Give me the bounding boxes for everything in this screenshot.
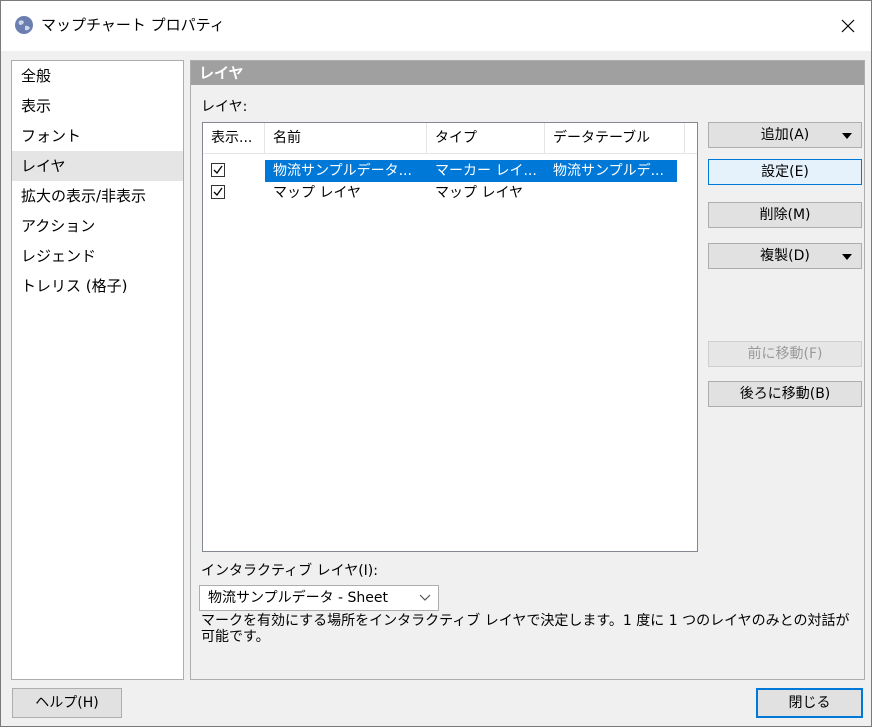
dialog-window: マップチャート プロパティ 全般 表示 フォント レイヤ 拡大の表示/非表示 ア… (0, 0, 872, 727)
column-header-datatable[interactable]: データテーブル (545, 123, 685, 153)
delete-button[interactable]: 削除(M) (708, 202, 862, 228)
interactive-layer-label: インタラクティブ レイヤ(I): (201, 563, 378, 579)
nav-item-general[interactable]: 全般 (12, 61, 183, 91)
nav-item-trellis[interactable]: トレリス (格子) (12, 271, 183, 301)
visible-checkbox[interactable] (211, 185, 225, 199)
chevron-down-icon (419, 594, 431, 601)
layers-panel: レイヤ レイヤ: 表示... 名前 タイプ データテーブル 物流サンプルデータ.… (190, 60, 865, 680)
interactive-layer-value: 物流サンプルデータ - Sheet (208, 590, 389, 606)
visible-cell (203, 160, 265, 182)
column-header-name[interactable]: 名前 (265, 123, 427, 153)
dropdown-caret-icon (842, 254, 852, 260)
globe-icon (14, 15, 34, 35)
layer-type-cell: マップ レイヤ (435, 185, 524, 201)
table-row[interactable]: 物流サンプルデータ... マーカー レイ... 物流サンプルデ... (203, 160, 697, 182)
category-list: 全般 表示 フォント レイヤ 拡大の表示/非表示 アクション レジェンド トレリ… (11, 60, 184, 680)
checkmark-icon (213, 165, 223, 175)
add-button-label: 追加(A) (760, 127, 810, 143)
title-bar: マップチャート プロパティ (1, 1, 871, 51)
column-header-visible[interactable]: 表示... (203, 123, 265, 153)
close-window-button[interactable] (825, 1, 871, 51)
layers-table: 表示... 名前 タイプ データテーブル 物流サンプルデータ... マーカー レ… (202, 122, 698, 552)
nav-item-actions[interactable]: アクション (12, 211, 183, 241)
duplicate-button-label: 複製(D) (760, 248, 810, 264)
nav-item-display[interactable]: 表示 (12, 91, 183, 121)
table-row[interactable]: マップ レイヤ マップ レイヤ (203, 182, 697, 204)
duplicate-button[interactable]: 複製(D) (708, 243, 862, 269)
column-header-type[interactable]: タイプ (427, 123, 545, 153)
layer-table-cell (545, 182, 677, 204)
interactive-layer-description: マークを有効にする場所をインタラクティブ レイヤで決定します。1 度に 1 つの… (201, 613, 850, 645)
layer-table-cell: 物流サンプルデ... (545, 160, 677, 182)
help-button[interactable]: ヘルプ(H) (12, 688, 122, 718)
layer-type-cell: マーカー レイ... (427, 160, 545, 182)
close-button[interactable]: 閉じる (756, 688, 863, 718)
nav-item-legend[interactable]: レジェンド (12, 241, 183, 271)
layers-label: レイヤ: (201, 99, 248, 115)
nav-item-font[interactable]: フォント (12, 121, 183, 151)
visible-cell (203, 182, 265, 204)
move-backward-button[interactable]: 後ろに移動(B) (708, 381, 862, 407)
move-forward-button[interactable]: 前に移動(F) (708, 341, 862, 367)
layer-name-cell: マップ レイヤ (273, 185, 362, 201)
settings-button[interactable]: 設定(E) (708, 159, 862, 185)
panel-header: レイヤ (191, 61, 864, 85)
add-button[interactable]: 追加(A) (708, 122, 862, 148)
nav-item-layers[interactable]: レイヤ (12, 151, 183, 181)
nav-item-zoom-visibility[interactable]: 拡大の表示/非表示 (12, 181, 183, 211)
window-title: マップチャート プロパティ (41, 16, 225, 34)
checkmark-icon (213, 187, 223, 197)
interactive-layer-select[interactable]: 物流サンプルデータ - Sheet (199, 585, 439, 611)
close-icon (841, 19, 855, 33)
dropdown-caret-icon (842, 133, 852, 139)
visible-checkbox[interactable] (211, 163, 225, 177)
layer-name-cell: 物流サンプルデータ... (265, 160, 427, 182)
table-header: 表示... 名前 タイプ データテーブル (203, 123, 697, 154)
